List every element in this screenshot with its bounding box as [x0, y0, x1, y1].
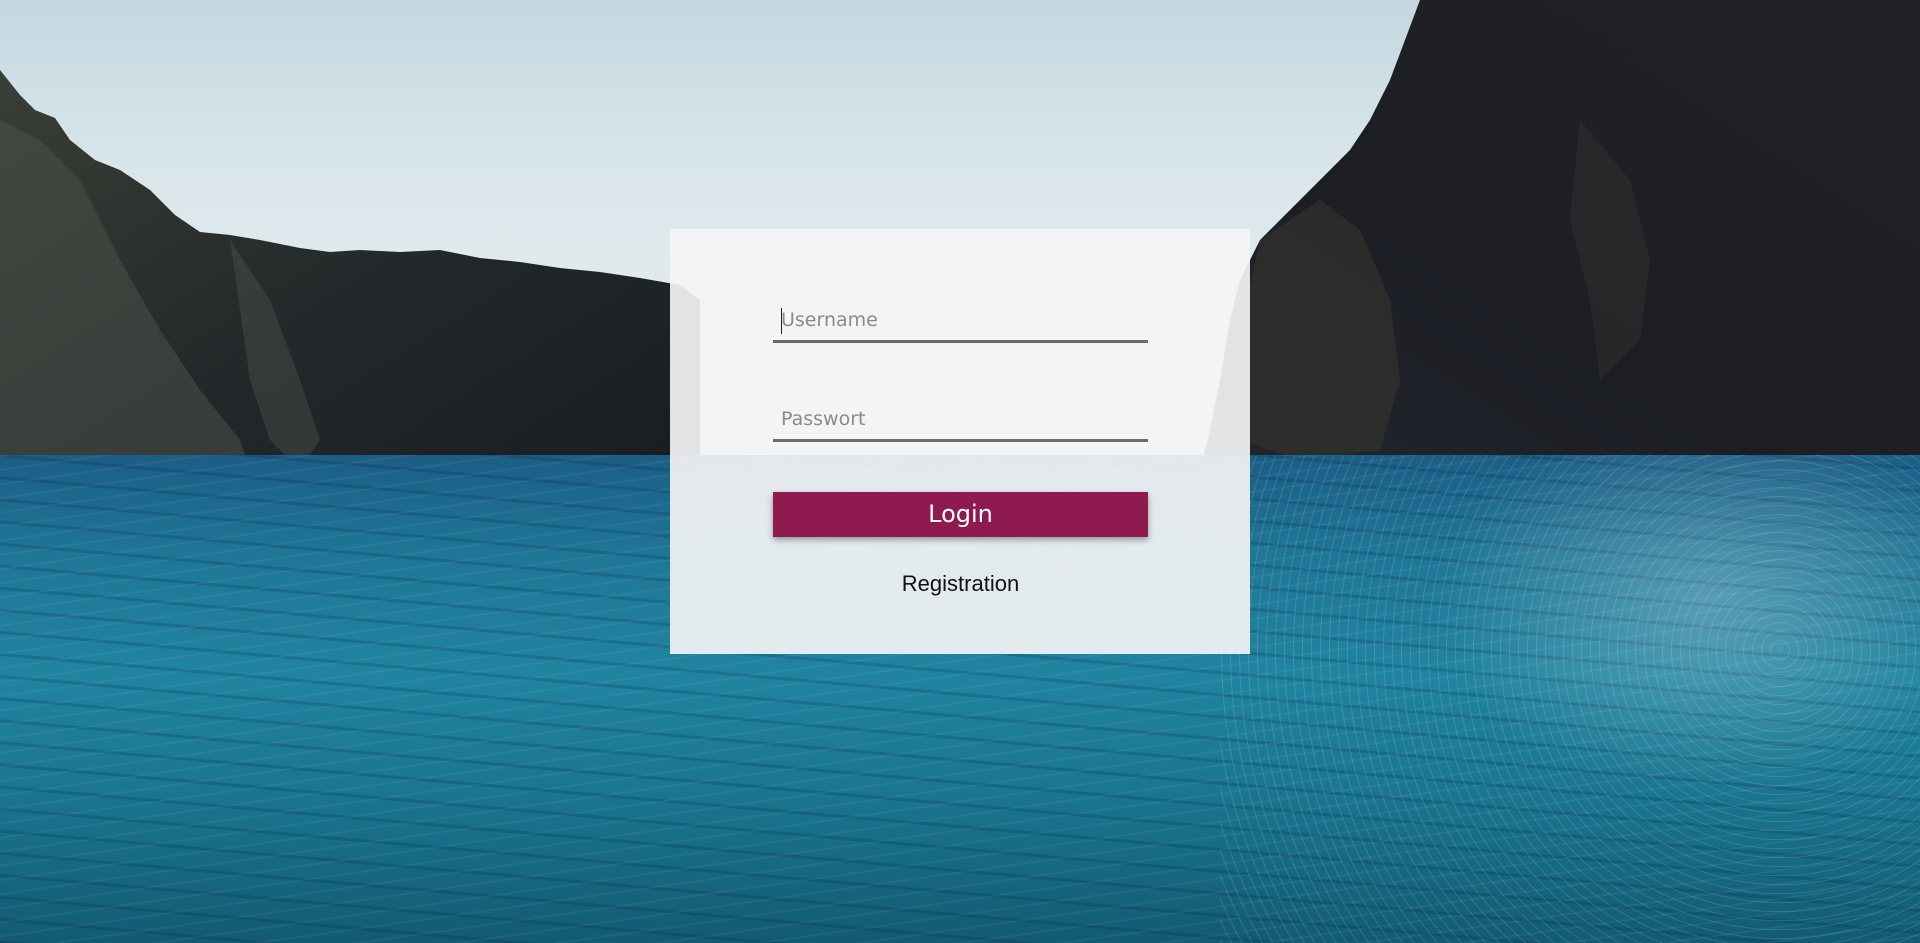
- password-input[interactable]: [773, 399, 1148, 439]
- registration-link[interactable]: Registration: [773, 571, 1148, 597]
- username-input[interactable]: [773, 300, 1148, 340]
- background-scene: Login Registration: [0, 0, 1920, 943]
- text-caret: [781, 308, 782, 334]
- right-cliff: [1200, 0, 1920, 470]
- water-sparkle: [1220, 455, 1920, 943]
- username-field[interactable]: [773, 300, 1148, 343]
- login-button[interactable]: Login: [773, 492, 1148, 537]
- left-cliff: [0, 70, 700, 515]
- password-field[interactable]: [773, 399, 1148, 442]
- login-card: Login Registration: [670, 229, 1250, 654]
